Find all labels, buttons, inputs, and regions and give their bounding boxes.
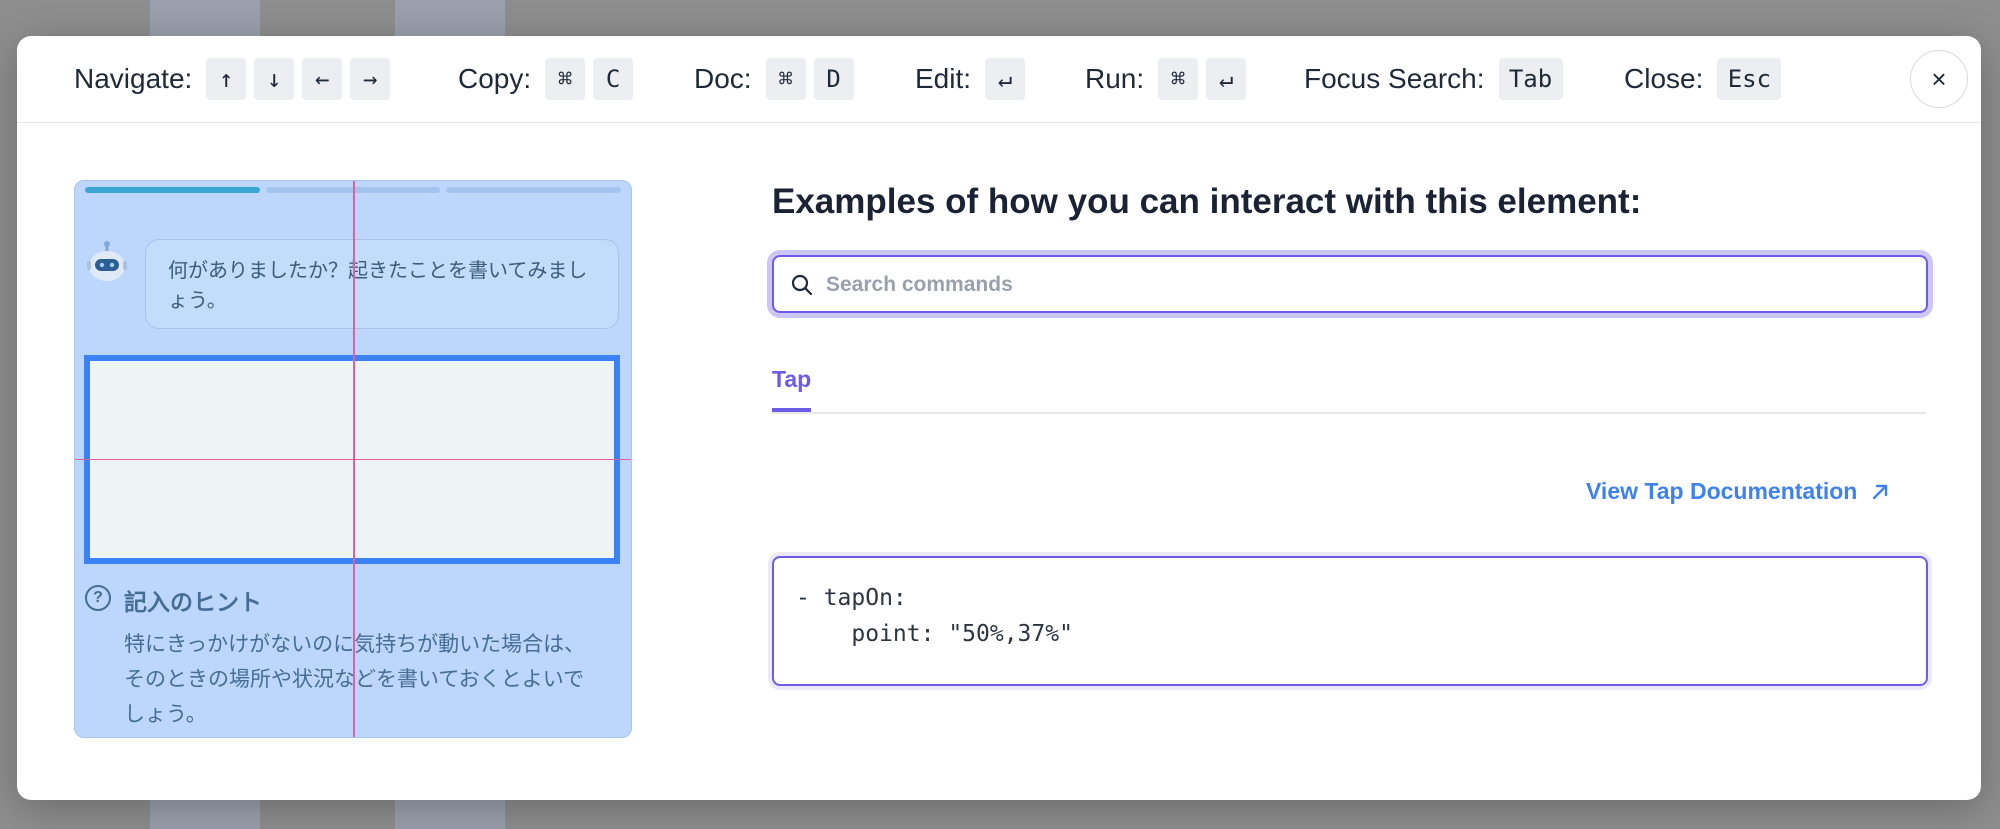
panel-heading: Examples of how you can interact with th… <box>772 182 1642 221</box>
hint-body: 特にきっかけがないのに気持ちが動いた場合は、そのときの場所や状況などを書いておく… <box>124 633 586 726</box>
prompt-bubble: 何がありましたか？起きたことを書いてみましょう。 <box>145 239 619 329</box>
key-d: D <box>813 58 854 100</box>
shortcut-close: Close: Esc <box>1624 58 1782 100</box>
tab-bar: Tap <box>772 357 1926 414</box>
key-tab: Tab <box>1498 58 1563 100</box>
shortcut-label: Focus Search: <box>1304 63 1485 94</box>
shortcut-label: Close: <box>1624 63 1704 94</box>
hint-title: 記入のヒント <box>124 589 262 615</box>
key-cmd: ⌘ <box>545 58 586 100</box>
element-preview: 何がありましたか？起きたことを書いてみましょう。 ? 記入のヒント 特にきっかけ… <box>74 180 632 738</box>
search-input[interactable] <box>824 257 1918 313</box>
search-icon <box>791 274 813 296</box>
shortcut-label: Edit: <box>915 63 972 94</box>
shortcut-label: Copy: <box>458 63 532 94</box>
shortcut-edit: Edit: ↵ <box>915 58 1026 100</box>
shortcut-copy: Copy: ⌘ C <box>458 58 634 100</box>
question-circle-icon: ? <box>85 585 111 611</box>
close-icon: × <box>1931 63 1947 94</box>
search-box[interactable] <box>772 255 1928 313</box>
shortcut-run: Run: ⌘ ↵ <box>1085 58 1247 100</box>
robot-icon <box>87 241 127 281</box>
key-enter: ↵ <box>985 58 1026 100</box>
key-up: ↑ <box>206 58 247 100</box>
crosshair-horizontal <box>75 459 631 460</box>
shortcut-bar: Navigate: ↑ ↓ ← → Copy: ⌘ C Doc: ⌘ D Edi… <box>17 36 1981 123</box>
shortcut-navigate: Navigate: ↑ ↓ ← → <box>74 58 391 100</box>
doc-link-label: View Tap Documentation <box>1586 478 1858 504</box>
key-down: ↓ <box>254 58 295 100</box>
key-cmd: ⌘ <box>1158 58 1199 100</box>
key-right: → <box>350 58 391 100</box>
arrow-up-right-icon <box>1873 484 1888 499</box>
tab-tap[interactable]: Tap <box>772 357 812 412</box>
shortcut-label: Doc: <box>694 63 752 94</box>
key-c: C <box>593 58 634 100</box>
key-cmd: ⌘ <box>765 58 806 100</box>
progress-segment <box>446 187 622 193</box>
code-example[interactable]: - tapOn: point: "50%,37%" <box>772 556 1928 686</box>
key-left: ← <box>302 58 343 100</box>
shortcut-focus-search: Focus Search: Tab <box>1304 58 1563 100</box>
progress-segment-active <box>85 187 260 193</box>
key-esc: Esc <box>1717 58 1782 100</box>
key-enter: ↵ <box>1206 58 1247 100</box>
interaction-modal: Navigate: ↑ ↓ ← → Copy: ⌘ C Doc: ⌘ D Edi… <box>17 36 1981 800</box>
close-button[interactable]: × <box>1910 50 1968 108</box>
shortcut-label: Run: <box>1085 63 1145 94</box>
shortcut-doc: Doc: ⌘ D <box>694 58 854 100</box>
shortcut-label: Navigate: <box>74 63 193 94</box>
view-documentation-link[interactable]: View Tap Documentation <box>1586 478 1889 505</box>
